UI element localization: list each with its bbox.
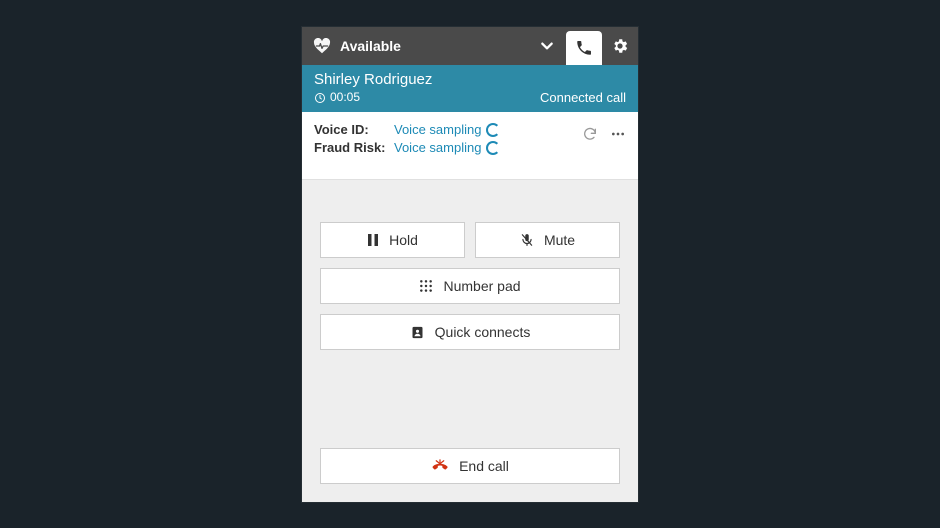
heartbeat-icon xyxy=(312,38,332,54)
quick-connects-label: Quick connects xyxy=(435,324,531,340)
topbar-tabs xyxy=(566,27,638,65)
mute-label: Mute xyxy=(544,232,575,248)
fraud-risk-label: Fraud Risk: xyxy=(314,140,386,155)
call-status: Connected call xyxy=(540,90,626,105)
settings-tab[interactable] xyxy=(602,27,638,65)
gear-icon xyxy=(611,37,629,55)
call-controls: Hold Mute Number pad Q xyxy=(302,180,638,501)
more-icon[interactable] xyxy=(610,126,626,142)
mute-icon xyxy=(520,232,534,248)
fraud-risk-row: Fraud Risk: Voice sampling xyxy=(314,140,500,155)
agent-panel: Available Shirley Rodriguez xyxy=(302,27,638,502)
pause-icon xyxy=(367,233,379,247)
number-pad-label: Number pad xyxy=(443,278,520,294)
refresh-icon[interactable] xyxy=(582,126,598,142)
voice-id-value: Voice sampling xyxy=(394,122,481,137)
phone-icon xyxy=(575,39,593,57)
spinner-icon xyxy=(486,141,500,155)
dialpad-icon xyxy=(419,279,433,293)
voice-id-panel: Voice ID: Voice sampling Fraud Risk: Voi… xyxy=(302,112,638,180)
caller-bar: Shirley Rodriguez 00:05 Connected call xyxy=(302,65,638,113)
hold-label: Hold xyxy=(389,232,418,248)
voice-id-label: Voice ID: xyxy=(314,122,386,137)
clock-icon xyxy=(314,92,326,104)
number-pad-button[interactable]: Number pad xyxy=(320,268,620,304)
chevron-down-icon[interactable] xyxy=(528,27,566,65)
phone-tab[interactable] xyxy=(566,31,602,65)
caller-name: Shirley Rodriguez xyxy=(314,71,432,90)
end-call-label: End call xyxy=(459,458,509,474)
end-call-button[interactable]: End call xyxy=(320,448,620,484)
agent-status-label: Available xyxy=(340,38,401,54)
topbar: Available xyxy=(302,27,638,65)
hold-button[interactable]: Hold xyxy=(320,222,465,258)
mute-button[interactable]: Mute xyxy=(475,222,620,258)
voice-id-row: Voice ID: Voice sampling xyxy=(314,122,500,137)
fraud-risk-value: Voice sampling xyxy=(394,140,481,155)
spinner-icon xyxy=(486,123,500,137)
quick-connects-button[interactable]: Quick connects xyxy=(320,314,620,350)
contacts-icon xyxy=(410,325,425,340)
call-timer: 00:05 xyxy=(330,90,360,105)
end-call-icon xyxy=(431,459,449,473)
agent-status-dropdown[interactable]: Available xyxy=(302,27,528,65)
